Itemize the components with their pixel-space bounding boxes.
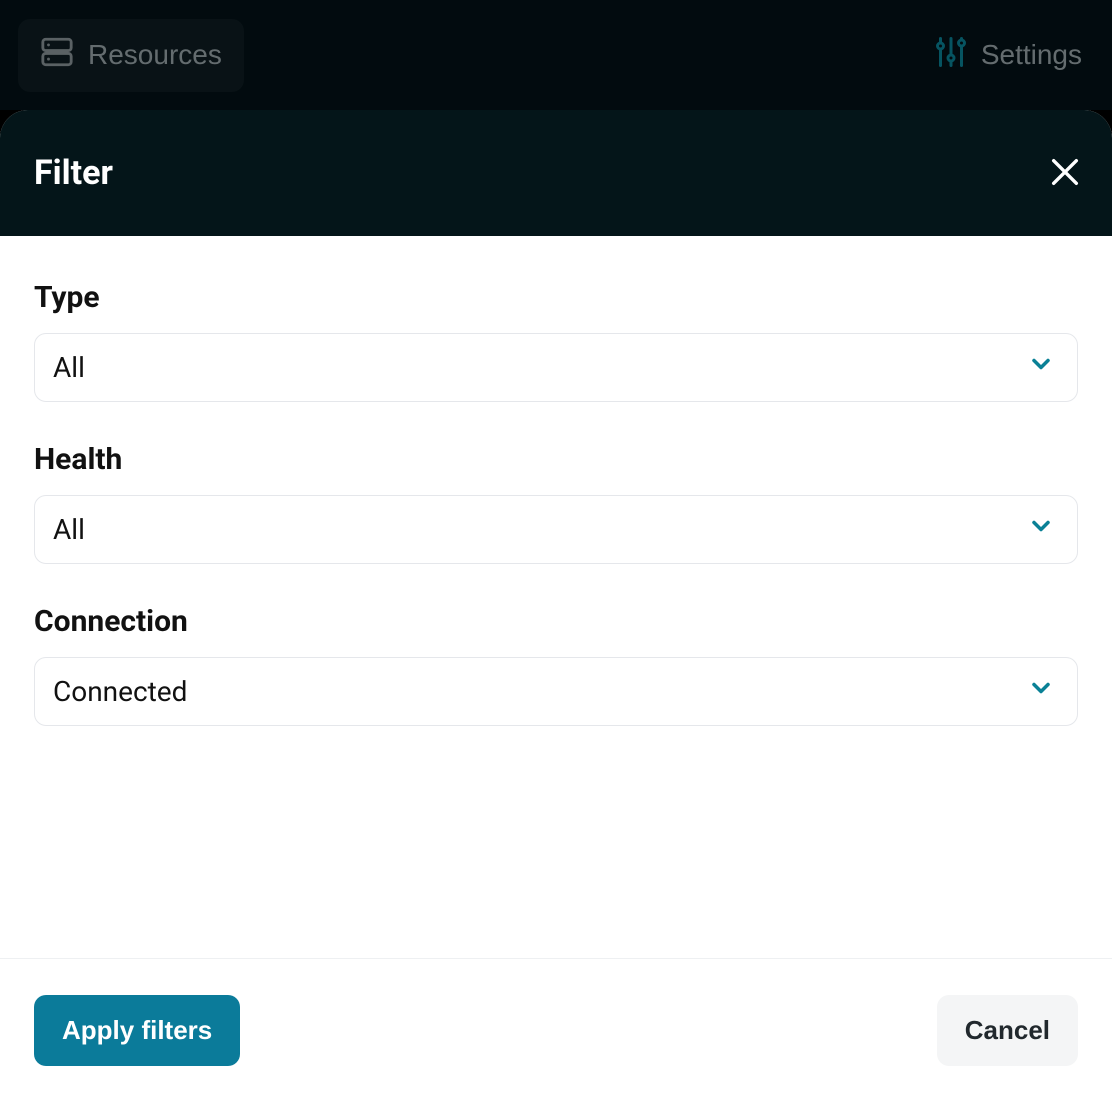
type-select[interactable]: All [34, 333, 1078, 402]
modal-header: Filter [0, 110, 1112, 236]
field-type-label: Type [34, 280, 1078, 315]
field-health-label: Health [34, 442, 1078, 477]
close-icon [1048, 177, 1082, 192]
health-select[interactable]: All [34, 495, 1078, 564]
apply-filters-button[interactable]: Apply filters [34, 995, 240, 1066]
modal-footer: Apply filters Cancel [0, 958, 1112, 1102]
chevron-down-icon [1027, 674, 1055, 709]
type-select-value: All [53, 351, 85, 384]
field-type: Type All [34, 280, 1078, 402]
field-connection-label: Connection [34, 604, 1078, 639]
filter-modal: Filter Type All Health [0, 110, 1112, 1102]
field-connection: Connection Connected [34, 604, 1078, 726]
health-select-value: All [53, 513, 85, 546]
chevron-down-icon [1027, 512, 1055, 547]
field-health: Health All [34, 442, 1078, 564]
chevron-down-icon [1027, 350, 1055, 385]
modal-body: Type All Health All [0, 236, 1112, 958]
close-button[interactable] [1048, 155, 1082, 192]
modal-title: Filter [34, 153, 113, 193]
connection-select-value: Connected [53, 675, 187, 708]
cancel-button[interactable]: Cancel [937, 995, 1078, 1066]
connection-select[interactable]: Connected [34, 657, 1078, 726]
